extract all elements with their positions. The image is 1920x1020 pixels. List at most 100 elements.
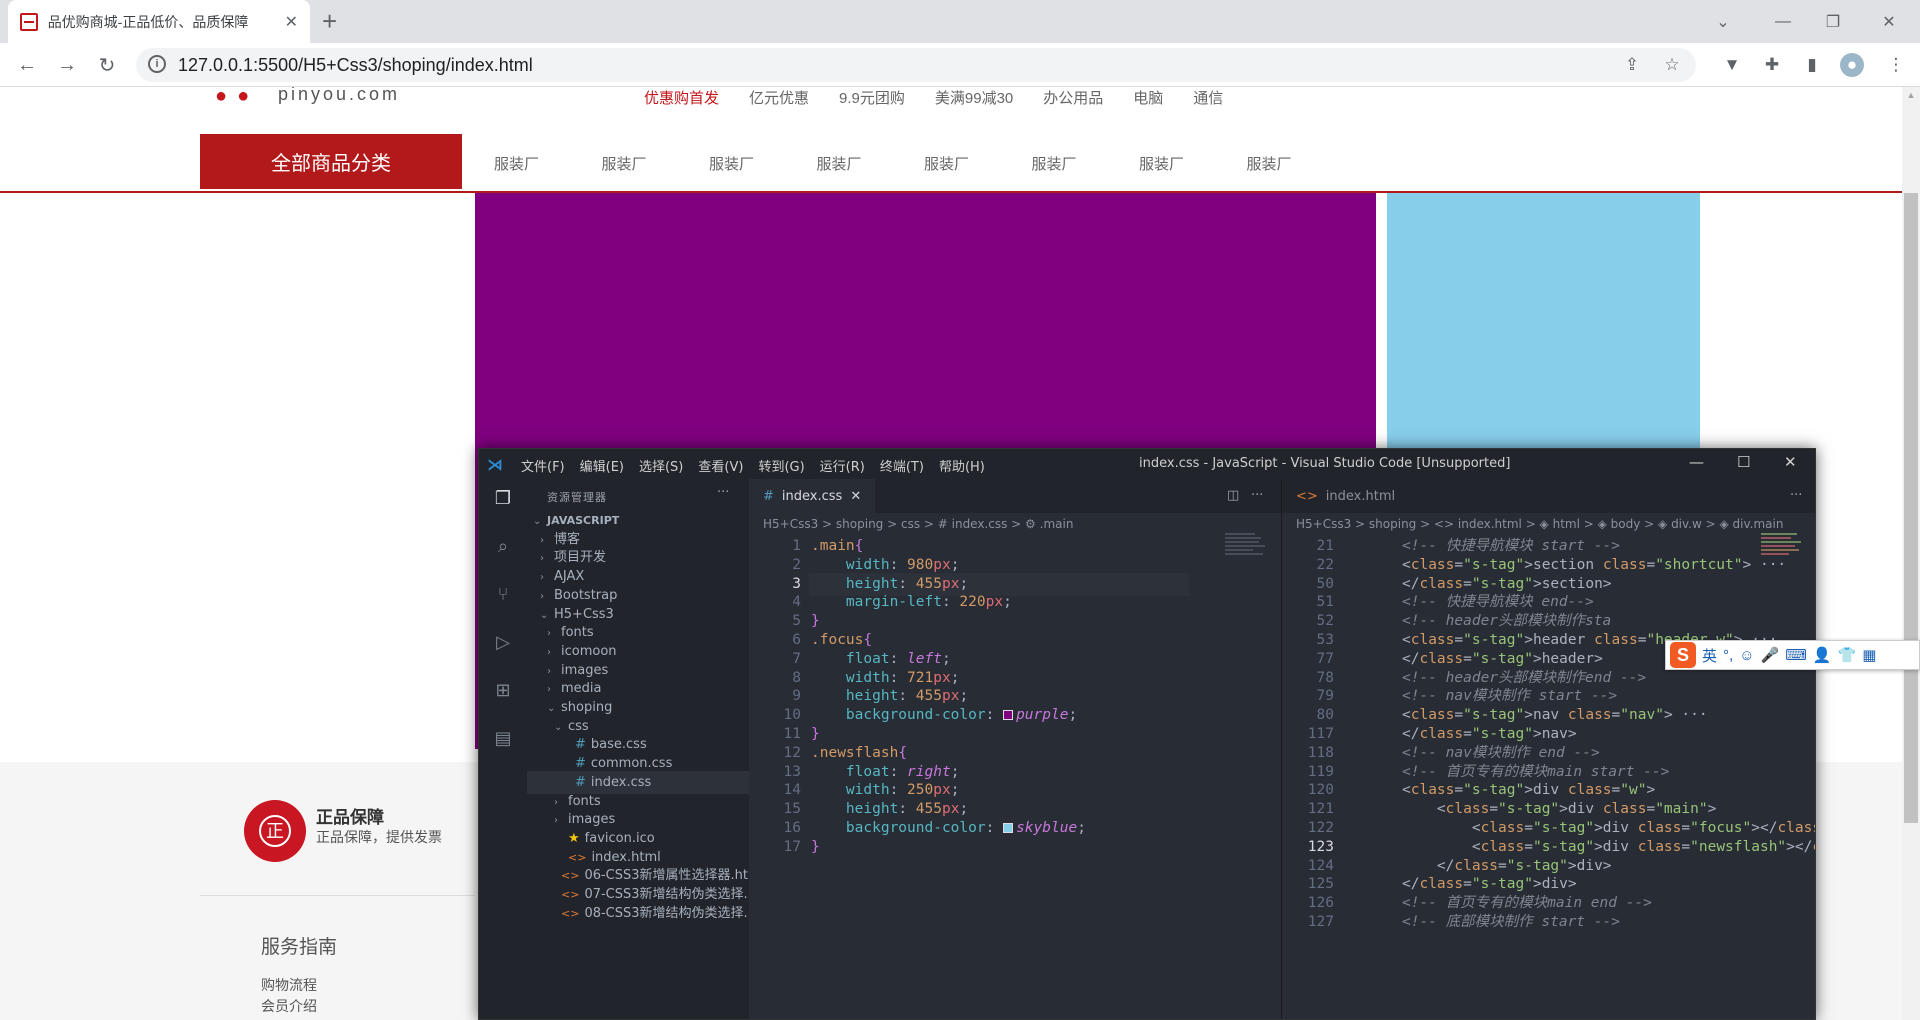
menu-item[interactable]: 转到(G) (758, 456, 804, 475)
nav-item[interactable]: 服装厂 (494, 153, 602, 174)
close-tab-icon[interactable]: ✕ (285, 12, 298, 32)
explorer-file[interactable]: <> 08-CSS3新增结构伪类选择... (527, 902, 749, 925)
code-line[interactable]: margin-left: 220px; (811, 591, 1012, 614)
minimap[interactable] (1225, 531, 1267, 591)
menu-item[interactable]: 终端(T) (880, 456, 924, 475)
menu-item[interactable]: 查看(V) (698, 456, 743, 475)
more-actions-icon[interactable]: ··· (1790, 488, 1802, 503)
toolbox-icon[interactable]: ▦ (1862, 646, 1876, 664)
user-icon[interactable]: 👤 (1813, 646, 1832, 664)
explorer-label: images (568, 812, 616, 828)
menu-kebab-icon[interactable]: ⋮ (1884, 53, 1908, 77)
side-panel-icon[interactable]: ▮ (1800, 53, 1824, 77)
close-window-icon[interactable]: ✕ (1866, 0, 1912, 43)
url-text[interactable]: 127.0.0.1:5500/H5+Css3/shoping/index.htm… (178, 55, 533, 76)
bookmark-star-icon[interactable]: ☆ (1660, 53, 1684, 77)
ime-punct[interactable]: °, (1723, 647, 1733, 664)
guarantee-title: 正品保障 (316, 808, 384, 827)
extensions-icon[interactable]: ✚ (1760, 53, 1784, 77)
keyboard-icon[interactable]: ⌨ (1785, 646, 1807, 664)
footer-link[interactable]: 会员介绍 (261, 996, 317, 1016)
line-number: 17 (783, 838, 801, 855)
hotword-link[interactable]: 亿元优惠 (749, 87, 809, 108)
close-icon[interactable]: ✕ (850, 489, 861, 504)
profile-avatar[interactable]: ● (1840, 53, 1864, 77)
html-file-icon: <> (568, 850, 587, 864)
menu-item[interactable]: 选择(S) (639, 456, 683, 475)
scrollbar-thumb[interactable] (1904, 193, 1918, 823)
all-category-button[interactable]: 全部商品分类 (200, 134, 462, 189)
ime-mode[interactable]: 英 (1702, 645, 1717, 666)
tab-label: index.html (1325, 488, 1396, 504)
nav-item[interactable]: 服装厂 (1139, 153, 1247, 174)
favicon-file-icon: ★ (568, 830, 580, 846)
share-icon[interactable]: ⇪ (1620, 53, 1644, 77)
code-line[interactable]: } (811, 836, 820, 859)
logo-text[interactable]: pinyou.com (278, 87, 400, 105)
line-number: 127 (1307, 914, 1334, 930)
menu-item[interactable]: 帮助(H) (939, 456, 985, 475)
forward-icon[interactable]: → (52, 50, 82, 80)
hotword-link[interactable]: 优惠购首发 (644, 87, 719, 108)
menu-item[interactable]: 文件(F) (521, 456, 565, 475)
skin-icon[interactable]: 👕 (1838, 646, 1857, 664)
explorer-label: shoping (561, 700, 613, 715)
nav-item[interactable]: 服装厂 (1247, 153, 1355, 174)
search-icon[interactable]: ⌕ (491, 535, 515, 559)
explorer-label: images (561, 662, 609, 678)
code-line[interactable]: background-color: skyblue; (811, 817, 1086, 840)
editor-css[interactable]: # index.css ✕ ◫ ··· H5+Css3 > shoping > … (749, 479, 1281, 1019)
hotword-link[interactable]: 通信 (1193, 87, 1223, 108)
remote-explorer-icon[interactable]: ▤ (491, 727, 515, 751)
sogou-logo-icon[interactable]: S (1670, 642, 1696, 668)
explorer-label: 项目开发 (554, 550, 607, 566)
nav-item[interactable]: 服装厂 (602, 153, 710, 174)
explorer-icon[interactable]: ❐ (491, 487, 515, 511)
minimize-icon[interactable]: — (1689, 453, 1704, 471)
site-info-icon[interactable]: i (148, 55, 166, 73)
address-bar[interactable]: i 127.0.0.1:5500/H5+Css3/shoping/index.h… (136, 48, 1696, 82)
footer-divider (200, 895, 475, 896)
hotword-link[interactable]: 美满99减30 (935, 87, 1013, 108)
menu-item[interactable]: 运行(R) (820, 456, 865, 475)
page-scrollbar[interactable]: ▲ (1902, 87, 1920, 1020)
hotword-link[interactable]: 办公用品 (1043, 87, 1103, 108)
split-editor-icon[interactable]: ◫ (1227, 488, 1239, 503)
more-actions-icon[interactable]: ··· (717, 485, 729, 500)
nav-item[interactable]: 服装厂 (1032, 153, 1140, 174)
editor-html[interactable]: <> index.html ··· H5+Css3 > shoping > <>… (1281, 479, 1815, 1019)
maximize-icon[interactable]: ☐ (1737, 453, 1750, 471)
html-file-icon: <> (561, 869, 580, 883)
run-debug-icon[interactable]: ▷ (491, 631, 515, 655)
nav-item[interactable]: 服装厂 (924, 153, 1032, 174)
back-icon[interactable]: ← (12, 50, 42, 80)
tab-index-css[interactable]: # index.css ✕ (749, 479, 876, 513)
footer-link[interactable]: 购物流程 (261, 975, 317, 995)
emoji-icon[interactable]: ☺ (1739, 647, 1754, 664)
code-line[interactable]: background-color: purple; (811, 704, 1077, 727)
breadcrumb[interactable]: H5+Css3 > shoping > <> index.html > ◈ ht… (1296, 517, 1783, 531)
source-control-icon[interactable]: ⑂ (491, 583, 515, 607)
extensions-icon[interactable]: ⊞ (491, 679, 515, 703)
scroll-up-icon[interactable]: ▲ (1902, 87, 1920, 104)
new-tab-icon[interactable]: + (322, 6, 337, 36)
tab-index-html[interactable]: <> index.html (1282, 479, 1410, 513)
vue-devtools-icon[interactable]: ▼ (1720, 53, 1744, 77)
microphone-icon[interactable]: 🎤 (1761, 646, 1780, 664)
minimize-icon[interactable]: — (1760, 0, 1806, 43)
browser-tab[interactable]: 品优购商城-正品低价、品质保障 ✕ (8, 0, 310, 43)
close-window-icon[interactable]: ✕ (1784, 453, 1797, 471)
hotword-link[interactable]: 9.9元团购 (839, 87, 905, 108)
breadcrumb[interactable]: H5+Css3 > shoping > css > # index.css > … (763, 517, 1073, 531)
tab-label: index.css (781, 488, 843, 504)
nav-item[interactable]: 服装厂 (709, 153, 817, 174)
more-actions-icon[interactable]: ··· (1251, 488, 1263, 503)
hotword-link[interactable]: 电脑 (1133, 87, 1163, 108)
code-line[interactable]: <!-- 底部模块制作 start --> (1402, 911, 1620, 934)
ime-toolbar[interactable]: S 英 °, ☺ 🎤 ⌨ 👤 👕 ▦ (1665, 640, 1920, 670)
nav-item[interactable]: 服装厂 (817, 153, 925, 174)
tab-search-icon[interactable]: ⌄ (1700, 0, 1746, 43)
menu-item[interactable]: 编辑(E) (580, 456, 624, 475)
reload-icon[interactable]: ↻ (92, 50, 122, 80)
restore-icon[interactable]: ❐ (1810, 0, 1856, 43)
